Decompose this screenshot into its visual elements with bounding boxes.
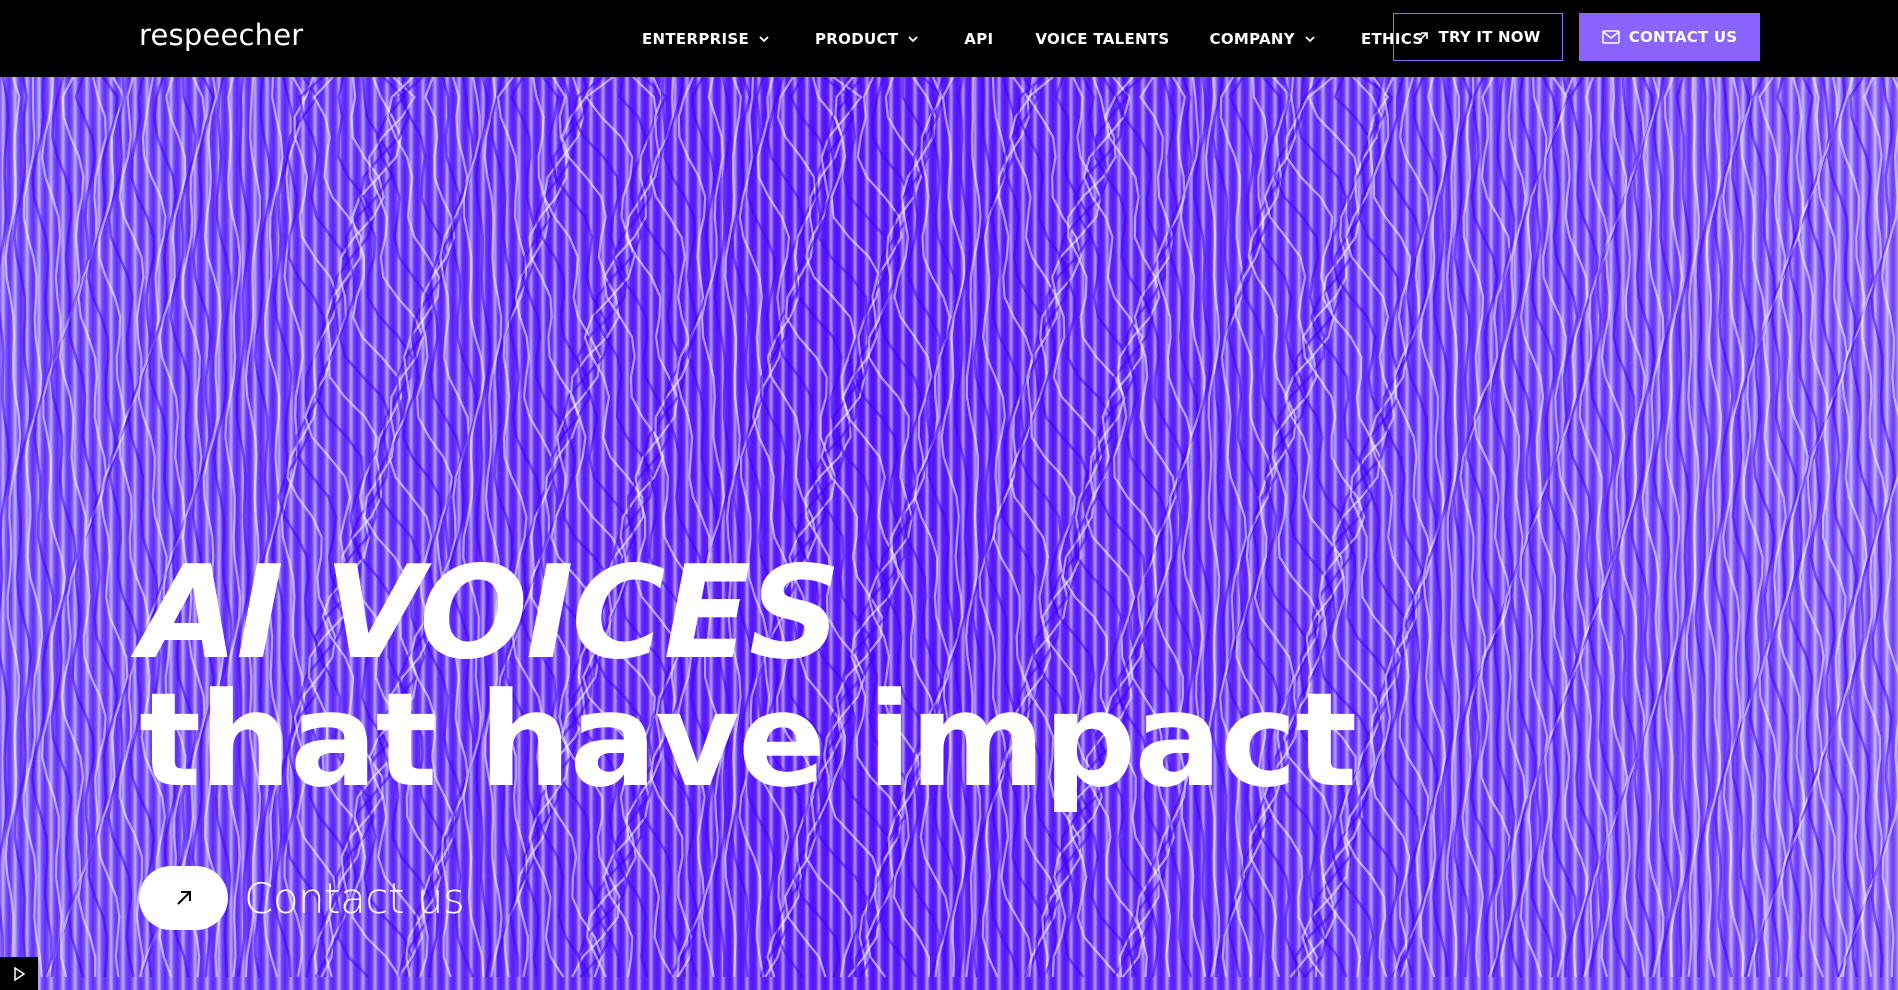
wave-line bbox=[832, 77, 894, 978]
wave-line bbox=[745, 77, 782, 978]
wave-line bbox=[496, 77, 528, 978]
play-icon bbox=[14, 966, 25, 981]
main-nav: ENTERPRISE PRODUCT API VOICE TALENTS COM… bbox=[642, 0, 1423, 77]
wave-line bbox=[810, 77, 876, 978]
wave-line bbox=[1103, 77, 1161, 978]
wave-line bbox=[543, 77, 603, 978]
wave-line bbox=[1848, 77, 1878, 978]
chevron-down-icon bbox=[759, 35, 769, 42]
nav-item-voice-talents[interactable]: VOICE TALENTS bbox=[1035, 30, 1169, 48]
wave-line bbox=[1061, 77, 1126, 978]
hero-contact-us-link[interactable]: Contact us bbox=[139, 866, 465, 930]
chevron-down-icon bbox=[1305, 35, 1315, 42]
wave-lines-background bbox=[0, 77, 1898, 978]
wave-line bbox=[511, 77, 554, 978]
nav-item-label: COMPANY bbox=[1209, 29, 1295, 48]
nav-item-product[interactable]: PRODUCT bbox=[815, 30, 920, 48]
wave-line bbox=[58, 77, 87, 978]
wave-line bbox=[1652, 77, 1675, 978]
wave-line bbox=[1204, 77, 1221, 978]
nav-item-label: ENTERPRISE bbox=[642, 29, 750, 48]
wave-line bbox=[1826, 77, 1858, 978]
play-video-button[interactable] bbox=[0, 957, 38, 990]
wave-line bbox=[1663, 77, 1683, 978]
wave-line bbox=[30, 77, 55, 978]
wave-line bbox=[1357, 77, 1411, 978]
wave-line bbox=[202, 77, 225, 978]
wave-line bbox=[489, 77, 516, 978]
wave-line bbox=[127, 77, 159, 978]
wave-line bbox=[1598, 77, 1629, 978]
wave-line bbox=[1739, 77, 1767, 978]
wave-line bbox=[820, 77, 884, 978]
arrow-button[interactable] bbox=[139, 866, 228, 930]
wave-line bbox=[0, 77, 11, 978]
hero-section: AI VOICES that have impact bbox=[0, 77, 1898, 990]
try-it-now-button[interactable]: TRY IT NOW bbox=[1393, 13, 1563, 61]
wave-line bbox=[940, 77, 966, 978]
wave-line bbox=[12, 77, 33, 978]
wave-line bbox=[224, 77, 242, 978]
wave-line bbox=[1816, 77, 1849, 978]
wave-line bbox=[1536, 77, 1568, 978]
wave-line bbox=[751, 77, 794, 978]
wave-line bbox=[1556, 77, 1589, 978]
arrow-up-right-icon bbox=[1417, 32, 1428, 42]
contact-us-button[interactable]: CONTACT US bbox=[1579, 13, 1760, 61]
nav-item-label: VOICE TALENTS bbox=[1035, 29, 1170, 48]
wave-line bbox=[1273, 77, 1334, 978]
wave-line bbox=[913, 77, 951, 978]
wave-line bbox=[1685, 77, 1701, 978]
wave-line bbox=[841, 77, 903, 978]
wave-line bbox=[1880, 77, 1898, 978]
nav-item-api[interactable]: API bbox=[964, 30, 993, 48]
wave-line bbox=[1179, 77, 1207, 978]
wave-line bbox=[766, 77, 818, 978]
wave-line bbox=[86, 77, 119, 978]
nav-item-enterprise[interactable]: ENTERPRISE bbox=[642, 30, 771, 48]
nav-item-label: PRODUCT bbox=[815, 29, 899, 48]
wave-line bbox=[447, 77, 478, 978]
nav-item-company[interactable]: COMPANY bbox=[1210, 30, 1317, 48]
wave-line bbox=[1192, 77, 1214, 978]
wave-line bbox=[49, 77, 77, 978]
hero-headline-line-1: AI VOICES bbox=[139, 539, 841, 688]
contact-us-label: CONTACT US bbox=[1628, 28, 1738, 46]
wave-line bbox=[1082, 77, 1145, 978]
wave-line bbox=[483, 77, 503, 978]
wave-line bbox=[1211, 77, 1235, 978]
wave-line bbox=[212, 77, 233, 978]
respeecher-logo[interactable]: respeecher bbox=[139, 18, 303, 52]
hero-headline-line-2: that have impact bbox=[139, 664, 1357, 816]
try-it-now-label: TRY IT NOW bbox=[1438, 28, 1541, 46]
arrow-up-right-icon bbox=[176, 891, 191, 905]
wave-line bbox=[409, 77, 456, 978]
chevron-down-icon bbox=[908, 35, 918, 42]
nav-item-label: API bbox=[964, 29, 994, 48]
top-navigation-bar: respeecher ENTERPRISE PRODUCT API VOICE … bbox=[0, 0, 1898, 77]
wave-line bbox=[927, 77, 959, 978]
wave-line bbox=[1838, 77, 1868, 978]
mail-icon bbox=[1602, 30, 1620, 44]
wave-line bbox=[1473, 77, 1512, 978]
contact-us-link-label: Contact us bbox=[244, 873, 465, 923]
wave-line bbox=[474, 77, 492, 978]
wave-line bbox=[649, 77, 697, 978]
